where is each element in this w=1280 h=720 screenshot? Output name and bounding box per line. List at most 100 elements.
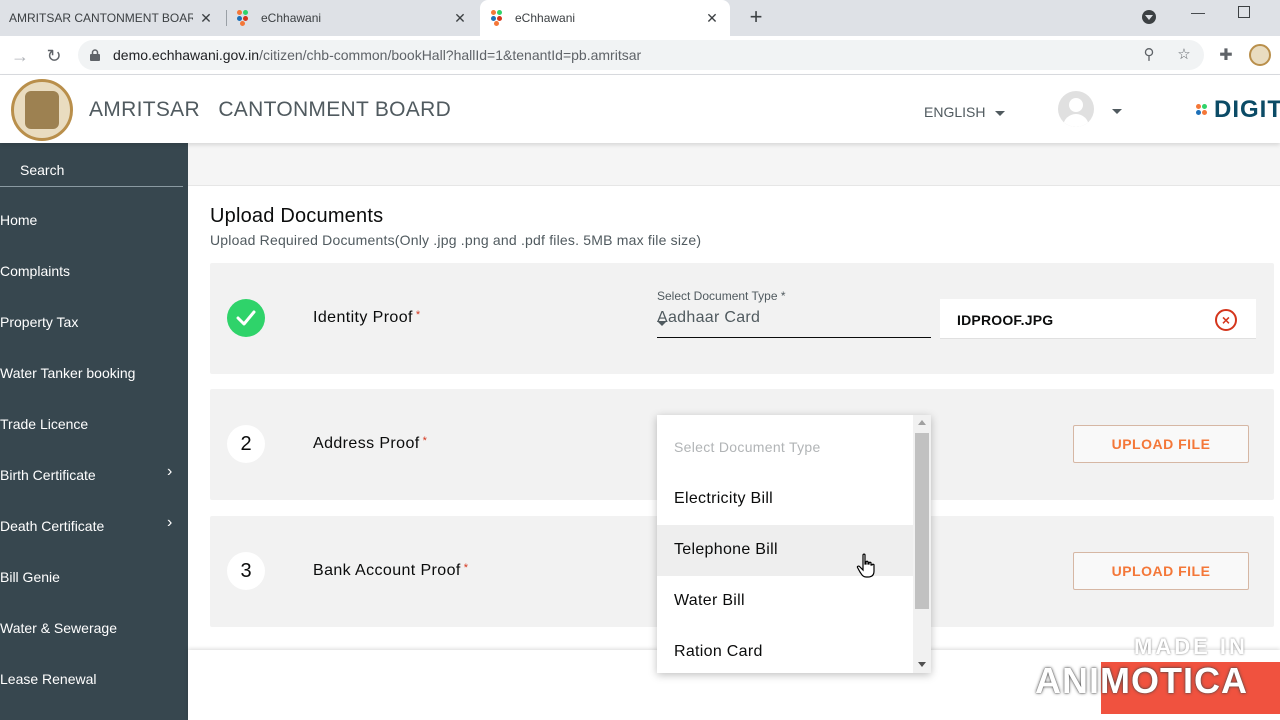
digit-brand-logo: DIGIT (1196, 96, 1280, 124)
page-title: Upload Documents (210, 205, 384, 227)
sidebar-item-label: Home (0, 212, 38, 228)
required-marker: * (415, 309, 421, 321)
extensions-puzzle-icon[interactable]: ✚ (1216, 46, 1236, 66)
reload-icon[interactable]: ↻ (42, 44, 66, 68)
sidebar-item-water-tanker-booking[interactable]: Water Tanker booking (0, 354, 188, 394)
sidebar-item-trade-licence[interactable]: Trade Licence (0, 405, 188, 445)
restore-icon[interactable] (1238, 6, 1250, 18)
browser-tab-2[interactable]: eChhawani ✕ (228, 0, 476, 36)
url-text: demo.echhawani.gov.in/citizen/chb-common… (113, 47, 641, 63)
sidebar-item-label: Complaints (0, 263, 71, 279)
echhawani-favicon-icon (237, 10, 253, 26)
forward-arrow-icon[interactable]: → (8, 44, 32, 68)
sidebar-item-lease-renewal[interactable]: Lease Renewal (0, 660, 188, 700)
step-number-badge: 3 (227, 552, 265, 590)
select-document-type-label: Select Document Type * (657, 289, 786, 303)
page-subtitle: Upload Required Documents(Only .jpg .png… (210, 232, 702, 248)
dropdown-scrollbar-thumb[interactable] (915, 433, 929, 609)
sidebar-item-label: Birth Certificate (0, 467, 96, 483)
dropdown-option-label: Ration Card (674, 643, 763, 660)
browser-toolbar: → ↻ demo.echhawani.gov.in/citizen/chb-co… (0, 36, 1280, 75)
remove-file-icon[interactable]: × (1215, 309, 1237, 331)
url-path: /citizen/chb-common/bookHall?hallId=1&te… (259, 47, 642, 63)
scroll-down-arrow-icon[interactable] (918, 662, 926, 667)
document-type-select[interactable]: Aadhaar Card (657, 308, 931, 338)
document-name-text: Identity Proof (313, 309, 413, 326)
dropdown-option-label: Telephone Bill (674, 541, 778, 558)
selected-document-type: Aadhaar Card (657, 309, 761, 326)
dropdown-option-water-bill[interactable]: Water Bill (657, 576, 913, 627)
user-menu-chevron-icon[interactable] (1112, 109, 1122, 114)
scroll-up-arrow-icon[interactable] (918, 420, 926, 425)
sidebar-search-label: Search (20, 162, 65, 178)
digit-brand-text: DIGIT (1214, 96, 1280, 123)
lock-icon (90, 49, 100, 61)
sidebar-item-complaints[interactable]: Complaints (0, 252, 188, 292)
sidebar-item-label: Water Tanker booking (0, 365, 136, 381)
document-name-text: Address Proof (313, 435, 420, 452)
url-host: demo.echhawani.gov.in (113, 47, 260, 63)
check-circle-icon (227, 299, 265, 337)
required-marker: * (422, 435, 428, 447)
watermark-brand: ANIMOTICA (1035, 660, 1248, 701)
screen: AMRITSAR CANTONMENT BOAR ✕ eChhawani ✕ e… (0, 0, 1280, 720)
tab-title: eChhawani (261, 11, 322, 25)
browser-tab-1[interactable]: AMRITSAR CANTONMENT BOAR ✕ (0, 0, 224, 36)
sidebar-item-label: Death Certificate (0, 518, 105, 534)
document-name-text: Bank Account Proof (313, 562, 461, 579)
sidebar-item-label: Property Tax (0, 314, 79, 330)
upload-file-button[interactable]: UPLOAD FILE (1073, 552, 1249, 590)
minimize-icon[interactable]: — (1191, 4, 1205, 20)
document-name: Bank Account Proof * (313, 562, 468, 580)
dropdown-option-electricity-bill[interactable]: Electricity Bill (657, 474, 913, 525)
chevron-down-icon (995, 110, 1006, 116)
board-name: CANTONMENT BOARD (218, 98, 452, 121)
user-avatar[interactable] (1058, 91, 1094, 127)
sidebar-item-label: Lease Renewal (0, 671, 97, 687)
location-pin-icon[interactable]: ⚲ (1140, 46, 1158, 64)
document-name: Address Proof * (313, 435, 427, 453)
chevron-down-icon (657, 321, 667, 326)
sidebar-item-birth-certificate[interactable]: Birth Certificate › (0, 456, 188, 496)
tab-close-icon[interactable]: ✕ (704, 10, 720, 26)
chevron-right-icon: › (167, 514, 173, 531)
new-tab-icon[interactable]: + (744, 6, 768, 30)
sidebar-item-home[interactable]: Home (0, 201, 188, 241)
document-name: Identity Proof * (313, 309, 421, 327)
document-card-identity-proof: Identity Proof * Select Document Type * A… (210, 263, 1274, 374)
profile-menu-icon[interactable] (1142, 10, 1156, 24)
digit-dots-icon (1196, 102, 1210, 120)
hand-pointer-cursor-icon (856, 553, 875, 578)
dropdown-option-ration-card[interactable]: Ration Card (657, 627, 913, 673)
address-bar[interactable]: demo.echhawani.gov.in/citizen/chb-common… (78, 40, 1204, 70)
tab-separator (226, 10, 227, 26)
cantonment-emblem-logo (11, 79, 73, 141)
dropdown-placeholder-text: Select Document Type (674, 439, 821, 455)
echhawani-favicon-icon (491, 10, 507, 26)
sidebar-item-property-tax[interactable]: Property Tax (0, 303, 188, 343)
sidebar-item-label: Water & Sewerage (0, 620, 117, 636)
uploaded-file-name: IDPROOF.JPG (957, 312, 1054, 328)
browser-tab-3-active[interactable]: eChhawani ✕ (480, 0, 730, 36)
sidebar-search[interactable]: Search (0, 151, 183, 187)
dropdown-placeholder: Select Document Type (657, 423, 913, 474)
sidebar-item-water-sewerage[interactable]: Water & Sewerage (0, 609, 188, 649)
document-type-dropdown[interactable]: Select Document Type Electricity Bill Te… (657, 415, 931, 673)
bookmark-star-icon[interactable]: ☆ (1175, 46, 1193, 64)
sidebar-item-label: Bill Genie (0, 569, 60, 585)
upload-file-button[interactable]: UPLOAD FILE (1073, 425, 1249, 463)
language-label: ENGLISH (924, 104, 986, 120)
watermark-made-in: MADE IN (1134, 634, 1248, 659)
dropdown-option-label: Water Bill (674, 592, 745, 609)
language-selector[interactable]: ENGLISH (924, 104, 1006, 120)
sidebar-item-bill-genie[interactable]: Bill Genie (0, 558, 188, 598)
tab-close-icon[interactable]: ✕ (452, 10, 468, 26)
cantonment-title: AMRITSAR CANTONMENT BOARD (89, 98, 451, 122)
app-header: AMRITSAR CANTONMENT BOARD ENGLISH DIGIT (0, 75, 1280, 143)
sidebar: Search Home Complaints Property Tax Wate… (0, 143, 188, 720)
profile-avatar-icon[interactable] (1249, 44, 1271, 66)
tab-close-icon[interactable]: ✕ (198, 10, 214, 26)
sidebar-item-death-certificate[interactable]: Death Certificate › (0, 507, 188, 547)
city-name: AMRITSAR (89, 98, 200, 121)
tab-title: AMRITSAR CANTONMENT BOAR (9, 11, 193, 25)
